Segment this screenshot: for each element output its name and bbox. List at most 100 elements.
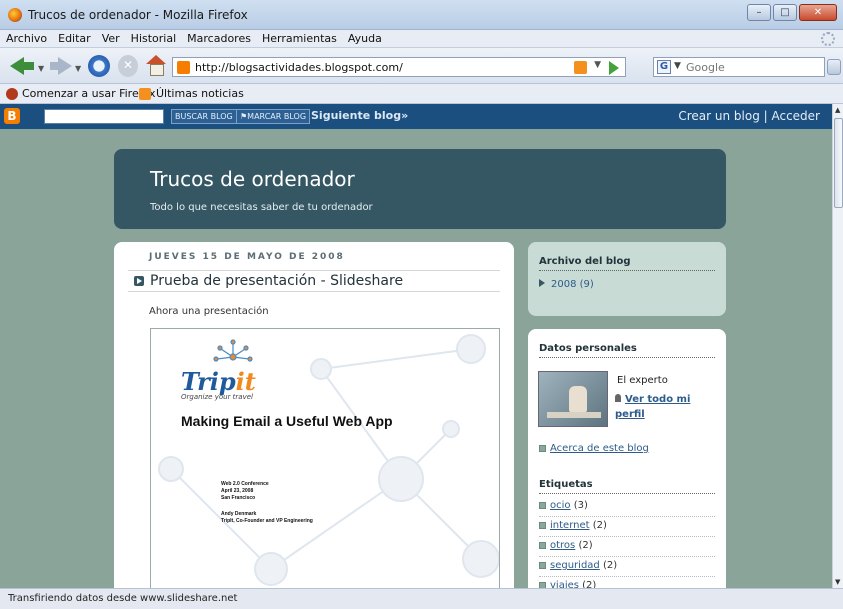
close-button[interactable]: ✕ bbox=[799, 4, 837, 21]
firefox-bookmark-icon bbox=[6, 88, 18, 100]
back-history-dropdown-icon[interactable]: ▼ bbox=[38, 64, 44, 73]
post-title[interactable]: Prueba de presentación - Slideshare bbox=[150, 273, 403, 289]
menu-marcadores[interactable]: Marcadores bbox=[181, 30, 256, 45]
stop-icon[interactable]: ✕ bbox=[118, 55, 138, 77]
label-count: (2) bbox=[582, 580, 597, 588]
avatar-figure-graphic bbox=[569, 386, 587, 412]
home-icon[interactable] bbox=[146, 55, 166, 77]
bookmark-latest-news[interactable]: Últimas noticias bbox=[156, 87, 244, 100]
search-box[interactable]: G ▼ bbox=[653, 57, 825, 77]
archive-year[interactable]: 2008 bbox=[551, 279, 576, 290]
bullet-square-icon bbox=[539, 444, 546, 452]
scroll-up-arrow-icon[interactable]: ▲ bbox=[835, 106, 840, 114]
flag-blog-button[interactable]: ⚑MARCAR BLOG bbox=[236, 109, 311, 124]
bookmarks-toolbar: Comenzar a usar Firefox Últimas noticias bbox=[0, 84, 843, 104]
maximize-button[interactable]: □ bbox=[773, 4, 797, 21]
reload-icon[interactable] bbox=[88, 55, 110, 77]
address-bar[interactable]: ▼ bbox=[172, 57, 626, 77]
forward-history-dropdown-icon[interactable]: ▼ bbox=[75, 64, 81, 73]
throbber-icon bbox=[821, 32, 835, 46]
logo-accent: it bbox=[235, 367, 256, 396]
label-link[interactable]: viajes bbox=[550, 580, 579, 588]
avatar[interactable] bbox=[538, 371, 608, 427]
label-count: (3) bbox=[573, 500, 588, 511]
view-profile-link[interactable]: Ver todo mi perfil bbox=[615, 392, 715, 422]
slide-conference-info: Web 2.0 Conference April 23, 2008 San Fr… bbox=[221, 481, 269, 502]
go-arrow-icon[interactable] bbox=[609, 61, 619, 75]
search-engine-dropdown-icon[interactable]: ▼ bbox=[674, 61, 681, 71]
search-input[interactable] bbox=[686, 60, 786, 75]
list-item[interactable]: ocio (3) bbox=[539, 497, 715, 517]
search-blog-button[interactable]: BUSCAR BLOG bbox=[171, 109, 237, 124]
menu-archivo[interactable]: Archivo bbox=[0, 30, 52, 45]
bullet-square-icon bbox=[539, 521, 546, 529]
post-intro: Ahora una presentación bbox=[149, 306, 269, 317]
minimize-button[interactable]: – bbox=[747, 4, 771, 21]
labels-heading: Etiquetas bbox=[539, 479, 715, 494]
status-bar: Transfiriendo datos desde www.slideshare… bbox=[0, 588, 843, 609]
menu-historial[interactable]: Historial bbox=[125, 30, 181, 45]
blogger-navbar: B BUSCAR BLOG ⚑MARCAR BLOG Siguiente blo… bbox=[0, 104, 832, 129]
slide-author-info: Andy Denmark TripIt, Co-Founder and VP E… bbox=[221, 511, 313, 525]
forward-arrow-icon[interactable] bbox=[48, 55, 74, 77]
label-link[interactable]: otros bbox=[550, 540, 575, 551]
slide-tagline: Organize your travel bbox=[181, 393, 253, 401]
blog-title[interactable]: Trucos de ordenador bbox=[150, 167, 355, 191]
logo-main: Trip bbox=[181, 367, 236, 396]
blog-description: Todo lo que necesitas saber de tu ordena… bbox=[150, 202, 373, 213]
avatar-desk-graphic bbox=[547, 412, 601, 418]
create-login-links[interactable]: Crear un blog | Acceder bbox=[678, 109, 820, 123]
menu-editar[interactable]: Editar bbox=[52, 30, 96, 45]
conference-city: San Francisco bbox=[221, 495, 256, 501]
label-link[interactable]: seguridad bbox=[550, 560, 600, 571]
vertical-scrollbar[interactable]: ▲ ▼ bbox=[832, 104, 843, 588]
about-blog-link[interactable]: Acerca de este blog bbox=[550, 443, 649, 454]
url-input[interactable] bbox=[195, 60, 595, 75]
menu-herramientas[interactable]: Herramientas bbox=[256, 30, 342, 45]
window-title: Trucos de ordenador - Mozilla Firefox bbox=[28, 8, 248, 22]
menu-ver[interactable]: Ver bbox=[96, 30, 125, 45]
next-blog-link[interactable]: Siguiente blog» bbox=[311, 109, 408, 122]
post-container: JUEVES 15 DE MAYO DE 2008 Prueba de pres… bbox=[114, 242, 514, 588]
firefox-icon bbox=[8, 8, 22, 22]
profile-name: El experto bbox=[617, 375, 668, 386]
list-item[interactable]: seguridad (2) bbox=[539, 557, 715, 577]
list-item[interactable]: viajes (2) bbox=[539, 577, 715, 588]
slide-heading: Making Email a Useful Web App bbox=[181, 413, 393, 429]
author-name: Andy Denmark bbox=[221, 511, 257, 517]
bullet-square-icon bbox=[539, 561, 546, 569]
url-dropdown-icon[interactable]: ▼ bbox=[594, 60, 601, 70]
search-magnifier-icon[interactable] bbox=[827, 59, 841, 75]
status-text: Transfiriendo datos desde www.slideshare… bbox=[8, 593, 238, 604]
labels-list: ocio (3) internet (2) otros (2) segurida… bbox=[539, 497, 715, 588]
bookmark-getting-started[interactable]: Comenzar a usar Firefox bbox=[22, 87, 156, 100]
slideshare-embed[interactable]: Tripit Organize your travel Making Email… bbox=[150, 328, 500, 588]
rss-feed-icon[interactable] bbox=[574, 61, 587, 74]
menu-bar: Archivo Editar Ver Historial Marcadores Herra… bbox=[0, 30, 843, 48]
archive-count: (9) bbox=[579, 279, 594, 290]
archive-year-item[interactable]: 2008 (9) bbox=[539, 279, 594, 290]
profile-widget: Datos personales El experto Ver todo mi … bbox=[528, 329, 726, 588]
about-blog-item[interactable]: Acerca de este blog bbox=[539, 443, 649, 454]
view-profile-label[interactable]: Ver todo mi perfil bbox=[615, 394, 690, 420]
archive-widget: Archivo del blog 2008 (9) bbox=[528, 242, 726, 316]
expand-triangle-icon[interactable] bbox=[539, 279, 545, 287]
google-engine-icon[interactable]: G bbox=[657, 60, 671, 74]
blogger-search-input[interactable] bbox=[44, 109, 164, 124]
list-item[interactable]: otros (2) bbox=[539, 537, 715, 557]
label-link[interactable]: ocio bbox=[550, 500, 571, 511]
scroll-down-arrow-icon[interactable]: ▼ bbox=[835, 578, 840, 586]
back-arrow-icon[interactable] bbox=[8, 55, 38, 77]
blogger-logo-icon[interactable]: B bbox=[4, 108, 20, 124]
conference-name: Web 2.0 Conference bbox=[221, 481, 269, 487]
post-date: JUEVES 15 DE MAYO DE 2008 bbox=[149, 252, 345, 262]
title-bar: Trucos de ordenador - Mozilla Firefox – … bbox=[0, 0, 843, 30]
list-item[interactable]: internet (2) bbox=[539, 517, 715, 537]
profile-heading: Datos personales bbox=[539, 343, 715, 358]
post-arrow-icon bbox=[134, 276, 144, 286]
scrollbar-thumb[interactable] bbox=[834, 118, 843, 208]
rss-bookmark-icon bbox=[139, 88, 151, 100]
label-link[interactable]: internet bbox=[550, 520, 590, 531]
bullet-square-icon bbox=[539, 541, 546, 549]
menu-ayuda[interactable]: Ayuda bbox=[342, 30, 387, 45]
